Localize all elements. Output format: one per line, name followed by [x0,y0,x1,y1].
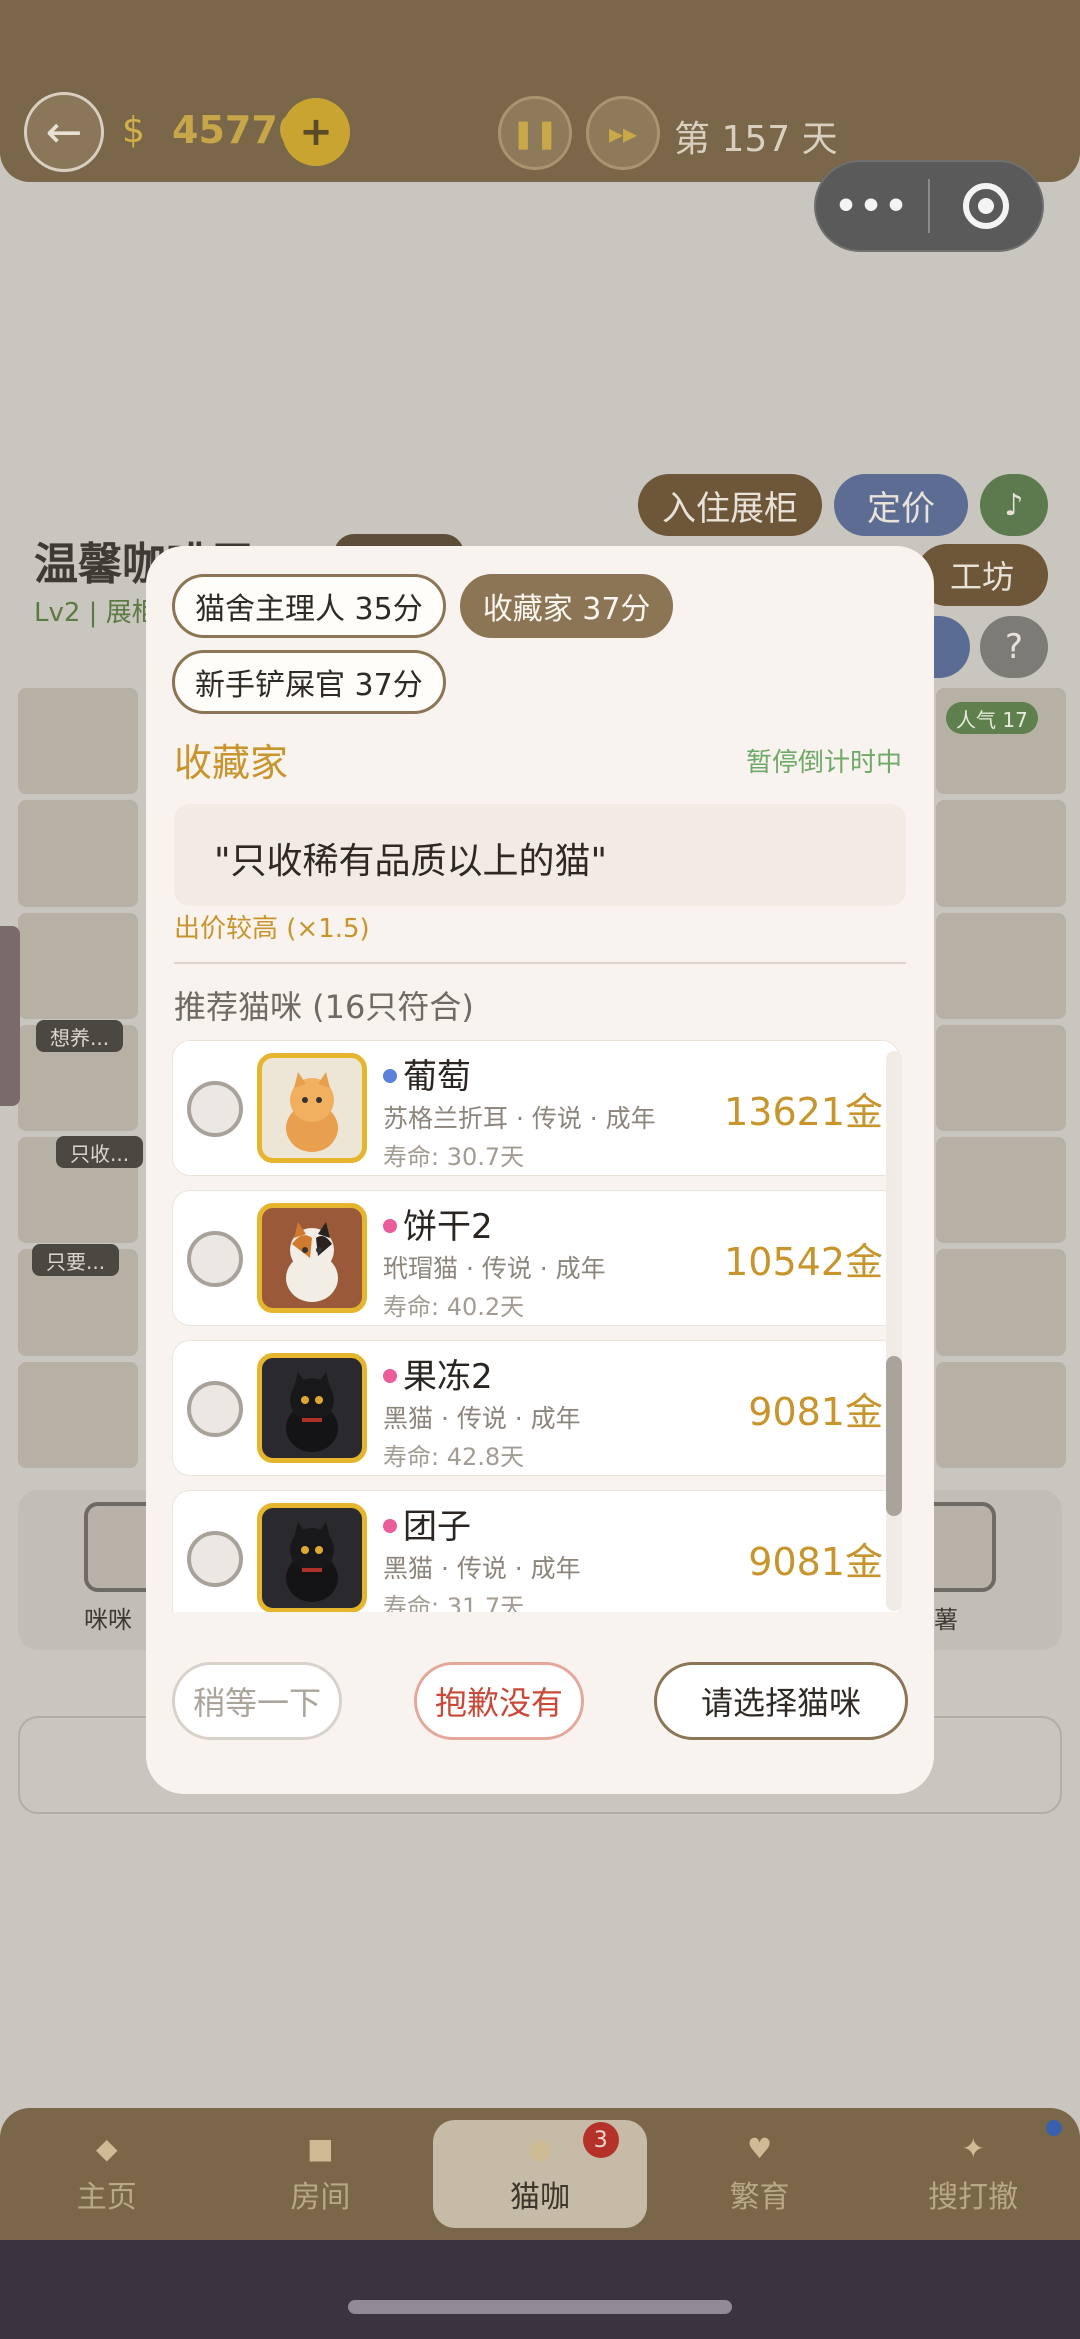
recommend-title: 推荐猫咪 (16只符合) [174,988,474,1026]
tab-cattery-owner[interactable]: 猫舍主理人 35分 [172,574,446,638]
bell-button[interactable]: ♪ [980,474,1048,536]
cat-card[interactable]: 果冻2 黑猫 · 传说 · 成年 寿命: 42.8天 9081金 [172,1340,900,1476]
divider [174,962,906,964]
room-icon: ■ [307,2132,334,2165]
customer-bubble: 只收... [56,1136,144,1168]
top-bar: ← $ 45776 + ❚❚ ▸▸ 第 157 天 [0,0,1080,182]
cat-price: 10542金 [724,1240,883,1284]
nav-search[interactable]: ✦ 搜打撤 [866,2108,1080,2240]
notification-badge: 3 [582,2122,619,2158]
select-radio[interactable] [187,1231,243,1287]
target-icon [962,183,1009,229]
miniprogram-capsule: ••• [814,160,1044,252]
customer-quote: "只收稀有品质以上的猫" [214,841,608,882]
cat-card[interactable]: 饼干2 玳瑁猫 · 传说 · 成年 寿命: 40.2天 10542金 [172,1190,900,1326]
cat-breed: 苏格兰折耳 · 传说 · 成年 [383,1104,656,1133]
cat-lifespan: 寿命: 31.7天 [383,1593,525,1612]
nav-room[interactable]: ■ 房间 [214,2108,428,2240]
cat-lifespan: 寿命: 42.8天 [383,1443,525,1471]
cat-breed: 玳瑁猫 · 传说 · 成年 [383,1254,606,1283]
home-indicator[interactable] [348,2300,732,2314]
select-radio[interactable] [187,1381,243,1437]
select-radio[interactable] [187,1531,243,1587]
cat-card[interactable]: 葡萄 苏格兰折耳 · 传说 · 成年 寿命: 30.7天 13621金 [172,1040,900,1176]
shop-level: Lv2 | 展柜 [34,598,158,628]
back-button[interactable]: ← [24,92,104,172]
cat-name: 果冻2 [403,1357,493,1397]
new-dot [1045,2120,1062,2136]
arrow-left-icon: ← [45,106,83,158]
cat-label: 薯 [934,1606,958,1634]
bell-icon: ♪ [1004,487,1024,523]
search-icon: ✦ [961,2132,985,2165]
nav-cafe[interactable]: ● 猫咖 3 [433,2120,647,2228]
popularity-badge: 人气 17 [946,702,1038,734]
tab-collector[interactable]: 收藏家 37分 [459,574,674,638]
gender-dot [383,1219,397,1233]
customer-bubble: 只要... [32,1244,120,1276]
customer-modal: 猫舍主理人 35分 收藏家 37分 新手铲屎官 37分 收藏家 暂停倒计时中 "… [146,546,934,1794]
cafe-icon: ● [527,2132,553,2165]
money-bag-icon: $ [122,110,145,151]
customer-title: 收藏家 [174,741,289,785]
black-cat-avatar [257,1503,367,1612]
more-menu-button[interactable]: ••• [816,186,928,227]
side-drawer-tab[interactable] [0,926,20,1106]
list-scrollbar[interactable] [886,1051,902,1611]
cat-price: 13621金 [724,1090,883,1134]
pricing-button[interactable]: 定价 [834,474,968,536]
fast-forward-icon: ▸▸ [608,116,638,150]
cat-name: 饼干2 [403,1207,493,1247]
cafe-grid-right [936,688,1066,1468]
workshop-button[interactable]: 工坊 [916,544,1048,606]
breed-icon: ♥ [747,2132,773,2165]
cat-name: 团子 [403,1507,471,1547]
price-bonus: 出价较高 (×1.5) [174,914,370,944]
gender-dot [383,1069,397,1083]
gender-dot [383,1369,397,1383]
cat-lifespan: 寿命: 30.7天 [383,1143,525,1171]
tab-novice-owner[interactable]: 新手铲屎官 37分 [172,650,446,714]
countdown-status: 暂停倒计时中 [745,748,902,778]
quote-box: "只收稀有品质以上的猫" [174,804,906,906]
nav-home[interactable]: ◆ 主页 [0,2108,214,2240]
cat-lifespan: 寿命: 40.2天 [383,1293,525,1321]
select-radio[interactable] [187,1081,243,1137]
orange-cat-avatar [257,1053,367,1163]
cafe-grid-left [18,688,138,1468]
wait-button[interactable]: 稍等一下 [172,1662,342,1740]
system-home-area [0,2240,1080,2339]
pause-button[interactable]: ❚❚ [498,96,572,170]
cat-label: 咪咪 [84,1606,132,1634]
add-coins-button[interactable]: + [282,98,350,166]
home-icon: ◆ [96,2132,118,2165]
close-miniprogram-button[interactable] [930,183,1042,229]
pause-icon: ❚❚ [511,116,559,150]
customer-tabs: 猫舍主理人 35分 收藏家 37分 新手铲屎官 37分 [172,574,912,714]
show-case-button[interactable]: 入住展柜 [638,474,822,536]
bottom-nav: ◆ 主页 ■ 房间 ● 猫咖 3 ♥ 繁育 ✦ 搜打撤 [0,2108,1080,2240]
sorry-button[interactable]: 抱歉没有 [414,1662,584,1740]
modal-footer: 稍等一下 抱歉没有 请选择猫咪 [146,1626,934,1794]
choose-cat-button[interactable]: 请选择猫咪 [654,1662,908,1740]
nav-breed[interactable]: ♥ 繁育 [653,2108,867,2240]
blue-side-button[interactable] [930,616,970,678]
cat-price: 9081金 [748,1540,883,1584]
cat-breed: 黑猫 · 传说 · 成年 [383,1404,581,1433]
customer-bubble: 想养... [36,1020,124,1052]
cat-price: 9081金 [748,1390,883,1434]
cat-list[interactable]: 葡萄 苏格兰折耳 · 传说 · 成年 寿命: 30.7天 13621金 饼干2 … [172,1040,912,1612]
day-counter: 第 157 天 [674,119,838,160]
cat-breed: 黑猫 · 传说 · 成年 [383,1554,581,1583]
scrollbar-thumb[interactable] [886,1356,902,1516]
fast-forward-button[interactable]: ▸▸ [586,96,660,170]
help-button[interactable]: ? [980,616,1048,678]
black-cat-avatar [257,1353,367,1463]
calico-cat-avatar [257,1203,367,1313]
cat-card[interactable]: 团子 黑猫 · 传说 · 成年 寿命: 31.7天 9081金 [172,1490,900,1612]
cat-name: 葡萄 [403,1057,471,1097]
gender-dot [383,1519,397,1533]
